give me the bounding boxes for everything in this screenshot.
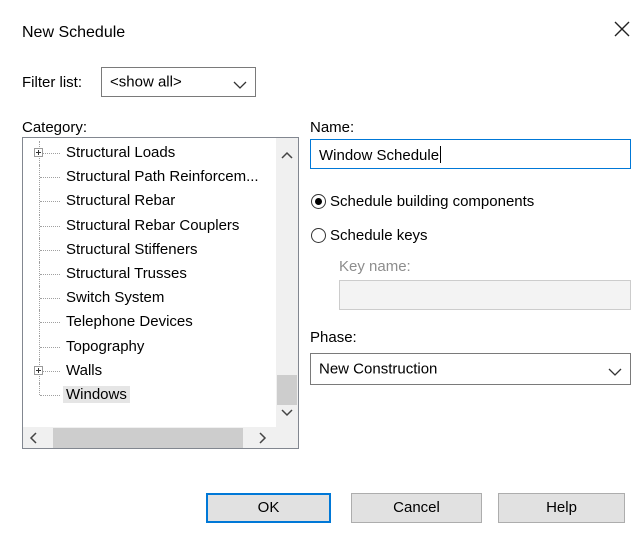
tree-item-label: Structural Trusses — [66, 265, 187, 282]
filter-list-label: Filter list: — [22, 74, 82, 91]
tree-item-label: Topography — [66, 337, 145, 355]
radio-unselected-icon — [311, 228, 326, 243]
tree-connector — [40, 370, 60, 372]
tree-item-label: Structural Path Reinforcem... — [66, 168, 259, 186]
tree-connector — [40, 322, 60, 324]
vertical-scroll-thumb[interactable] — [277, 375, 297, 405]
tree-connector — [40, 395, 60, 396]
filter-list-value: <show all> — [110, 73, 182, 91]
horizontal-scrollbar[interactable] — [23, 427, 276, 448]
tree-item-label: Windows — [63, 386, 130, 403]
tree-item[interactable]: Topography — [23, 334, 277, 359]
scroll-down-icon[interactable] — [278, 406, 296, 420]
tree-connector — [40, 153, 60, 154]
tree-item[interactable]: Structural Rebar Couplers — [23, 213, 277, 238]
filter-list-dropdown[interactable]: <show all> — [101, 67, 256, 97]
chevron-down-icon — [608, 364, 622, 376]
name-label: Name: — [310, 119, 355, 136]
tree-item[interactable]: Structural Loads — [23, 141, 277, 165]
cancel-button[interactable]: Cancel — [351, 493, 482, 523]
radio-selected-icon — [311, 194, 326, 209]
tree-item-label: Telephone Devices — [66, 313, 193, 331]
expand-plus-icon[interactable] — [34, 365, 43, 375]
tree-item[interactable]: Structural Stiffeners — [23, 237, 277, 262]
tree-item[interactable]: Walls — [23, 358, 277, 383]
help-button[interactable]: Help — [498, 493, 625, 523]
name-input-value: Window Schedule — [319, 147, 440, 164]
tree-connector — [40, 201, 60, 203]
tree-connector — [40, 249, 60, 251]
tree-item[interactable]: Structural Trusses — [23, 262, 277, 286]
horizontal-scroll-thumb[interactable] — [53, 428, 243, 448]
tree-item-label: Walls — [66, 361, 103, 379]
radio-label: Schedule building components — [330, 193, 535, 210]
tree-item[interactable]: Windows — [23, 383, 277, 407]
radio-label: Schedule keys — [330, 227, 428, 244]
tree-connector — [40, 298, 60, 300]
dialog-title: New Schedule — [22, 24, 126, 41]
tree-item-label: Structural Loads — [66, 144, 176, 161]
chevron-down-icon — [233, 77, 247, 89]
scroll-right-icon[interactable] — [255, 430, 269, 446]
tree-item[interactable]: Switch System — [23, 286, 277, 311]
close-icon[interactable] — [609, 16, 635, 42]
phase-value: New Construction — [319, 360, 438, 378]
phase-label: Phase: — [310, 329, 357, 346]
tree-connector — [40, 177, 60, 179]
schedule-building-components-radio[interactable]: Schedule building components — [311, 192, 611, 214]
tree-item-label: Structural Rebar — [66, 192, 176, 210]
phase-dropdown[interactable]: New Construction — [310, 353, 631, 385]
tree-connector — [39, 383, 40, 395]
vertical-scrollbar[interactable] — [276, 138, 298, 427]
scrollbar-corner — [276, 427, 298, 448]
tree-item-label: Structural Stiffeners — [66, 240, 198, 258]
expand-plus-icon[interactable] — [34, 148, 43, 157]
tree-item[interactable]: Structural Rebar — [23, 189, 277, 214]
category-tree[interactable]: Structural Loads Structural Path Reinforc… — [22, 137, 299, 449]
key-name-input — [339, 280, 631, 310]
tree-connector — [40, 274, 60, 275]
ok-button[interactable]: OK — [206, 493, 331, 523]
text-caret — [440, 146, 442, 163]
category-label: Category: — [22, 119, 88, 136]
tree-item[interactable]: Telephone Devices — [23, 310, 277, 335]
tree-connector — [40, 225, 60, 227]
tree-item-label: Structural Rebar Couplers — [66, 216, 240, 234]
tree-item[interactable]: Structural Path Reinforcem... — [23, 165, 277, 190]
scroll-up-icon[interactable] — [278, 148, 296, 162]
tree-item-label: Switch System — [66, 289, 165, 307]
tree-connector — [40, 346, 60, 348]
name-input[interactable]: Window Schedule — [310, 139, 631, 169]
key-name-label: Key name: — [339, 258, 411, 275]
schedule-keys-radio[interactable]: Schedule keys — [311, 226, 511, 248]
scroll-left-icon[interactable] — [27, 430, 41, 446]
